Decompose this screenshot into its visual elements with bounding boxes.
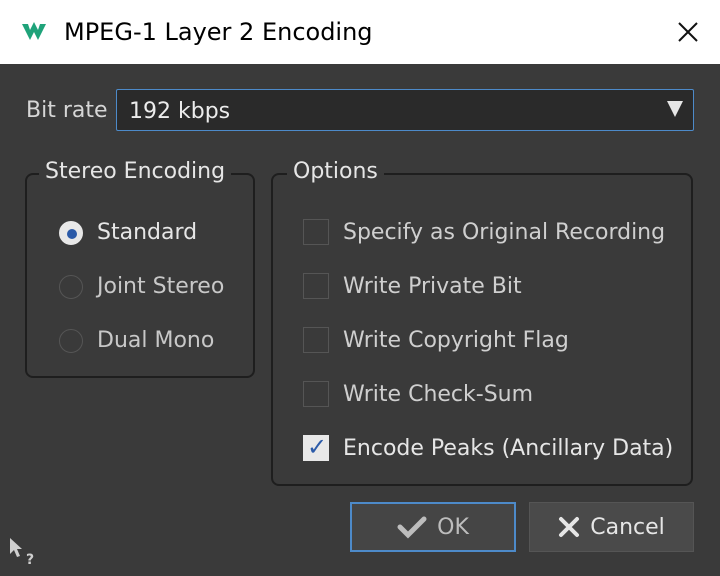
radio-unselected-icon [59, 328, 83, 353]
checkbox-encode-peaks[interactable]: Encode Peaks (Ancillary Data) [303, 433, 674, 461]
checkbox-checked-icon [303, 433, 329, 461]
radio-label-dual-mono: Dual Mono [97, 328, 215, 353]
close-button[interactable] [656, 0, 720, 64]
window-title: MPEG-1 Layer 2 Encoding [64, 18, 373, 46]
close-icon [678, 22, 698, 42]
cancel-button-label: Cancel [590, 514, 665, 540]
stereo-encoding-legend: Stereo Encoding [39, 159, 232, 184]
checkbox-label-check-sum: Write Check-Sum [343, 381, 534, 407]
bitrate-value: 192 kbps [129, 99, 231, 124]
radio-label-joint-stereo: Joint Stereo [97, 274, 225, 299]
radio-label-standard: Standard [97, 220, 198, 245]
checkmark-icon [397, 515, 427, 539]
radio-unselected-icon [59, 274, 83, 299]
dropdown-arrow-icon [667, 101, 683, 117]
radio-joint-stereo[interactable]: Joint Stereo [59, 274, 224, 299]
app-logo-icon [22, 22, 46, 40]
bitrate-label: Bit rate [26, 98, 108, 123]
checkbox-unchecked-icon [303, 327, 329, 353]
options-group: Options Specify as Original Recording Wr… [271, 159, 693, 486]
checkbox-unchecked-icon [303, 381, 329, 407]
radio-standard[interactable]: Standard [59, 220, 197, 245]
checkbox-label-encode-peaks: Encode Peaks (Ancillary Data) [343, 435, 674, 461]
checkbox-check-sum[interactable]: Write Check-Sum [303, 381, 533, 407]
checkbox-label-copyright-flag: Write Copyright Flag [343, 327, 569, 353]
bitrate-dropdown[interactable]: 192 kbps [116, 89, 694, 131]
svg-text:?: ? [26, 552, 34, 568]
checkbox-private-bit[interactable]: Write Private Bit [303, 273, 522, 299]
ok-button[interactable]: OK [350, 502, 516, 552]
cancel-button[interactable]: Cancel [529, 502, 694, 552]
ok-button-label: OK [437, 514, 469, 540]
title-bar: MPEG-1 Layer 2 Encoding [0, 0, 720, 64]
checkbox-original-recording[interactable]: Specify as Original Recording [303, 219, 665, 245]
radio-dual-mono[interactable]: Dual Mono [59, 328, 214, 353]
whats-this-help-icon[interactable]: ? [8, 536, 40, 568]
stereo-encoding-group: Stereo Encoding Standard Joint Stereo Du… [25, 159, 255, 378]
checkbox-label-private-bit: Write Private Bit [343, 273, 522, 299]
radio-selected-icon [59, 220, 83, 245]
x-icon [558, 516, 580, 538]
checkbox-label-original-recording: Specify as Original Recording [343, 219, 666, 245]
checkbox-unchecked-icon [303, 219, 329, 245]
checkbox-unchecked-icon [303, 273, 329, 299]
options-legend: Options [287, 159, 384, 184]
checkbox-copyright-flag[interactable]: Write Copyright Flag [303, 327, 569, 353]
